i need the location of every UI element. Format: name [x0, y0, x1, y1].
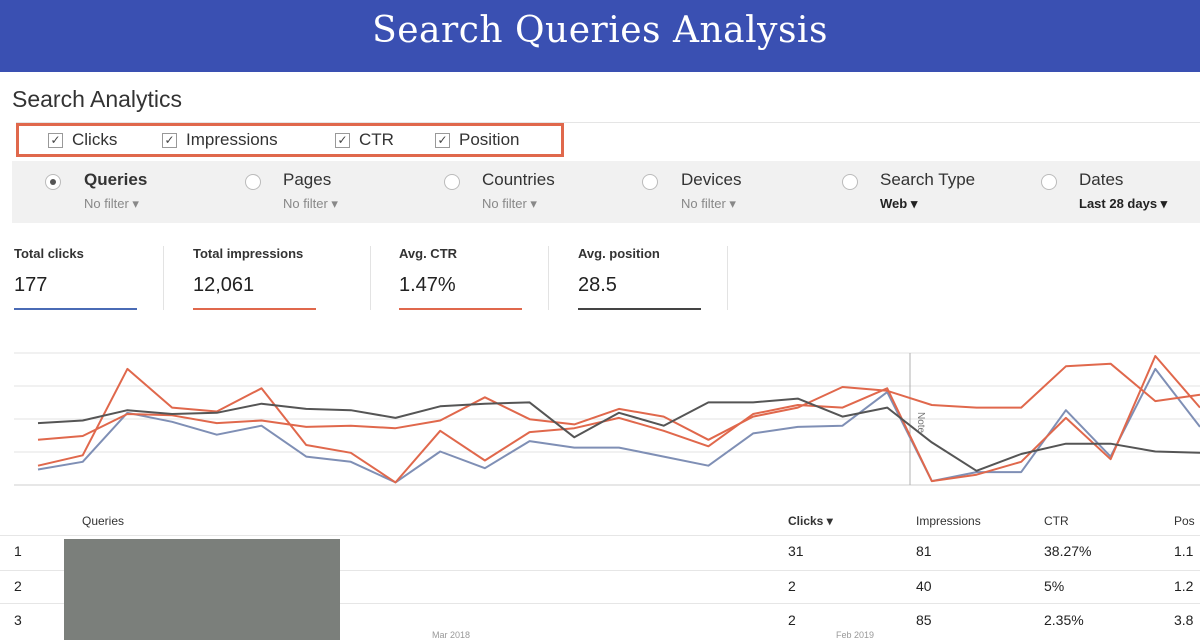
row-2-clicks: 2 [788, 578, 796, 594]
clicks-checkbox[interactable]: ✓ Clicks [48, 130, 117, 150]
filter-queries-sub[interactable]: No filter ▾ [84, 196, 147, 212]
row-1-number: 1 [14, 543, 22, 559]
row-3-impressions: 85 [916, 612, 932, 628]
filter-search-type-sub[interactable]: Web ▾ [880, 196, 975, 212]
stat-total-impressions-underline [193, 308, 316, 310]
col-header-ctr[interactable]: CTR [1044, 514, 1069, 528]
search-type-radio[interactable] [842, 174, 858, 190]
performance-chart: Note [14, 352, 1200, 486]
row-1-clicks: 31 [788, 543, 804, 559]
position-label: Position [459, 130, 520, 149]
banner-title: Search Queries Analysis [372, 10, 828, 51]
filter-queries[interactable]: Queries No filter ▾ [84, 170, 147, 212]
row-3-position: 3.8 [1174, 612, 1194, 628]
devices-radio[interactable] [642, 174, 658, 190]
col-header-queries[interactable]: Queries [82, 514, 124, 528]
position-checkbox[interactable]: ✓ Position [435, 130, 519, 150]
stat-total-clicks-underline [14, 308, 137, 310]
stat-divider [370, 246, 371, 310]
stat-avg-position-value: 28.5 [578, 274, 617, 296]
queries-radio[interactable] [45, 174, 61, 190]
filter-dates-label: Dates [1079, 170, 1124, 189]
redacted-query-text [64, 539, 340, 640]
stat-total-impressions-value: 12,061 [193, 274, 255, 296]
stat-avg-ctr-value: 1.47% [399, 274, 456, 296]
stat-divider [727, 246, 728, 310]
stat-avg-position-label: Avg. position [578, 246, 660, 261]
x-axis-tick: Mar 2018 [432, 630, 471, 640]
stat-avg-position[interactable]: Avg. position 28.5 [578, 246, 660, 297]
filter-search-type[interactable]: Search Type Web ▾ [880, 170, 975, 212]
col-header-impressions[interactable]: Impressions [916, 514, 981, 528]
row-3-ctr: 2.35% [1044, 612, 1084, 628]
app-title: Search Analytics [12, 86, 183, 112]
row-2-number: 2 [14, 578, 22, 594]
filter-countries-sub[interactable]: No filter ▾ [482, 196, 555, 212]
filter-devices-sub[interactable]: No filter ▾ [681, 196, 741, 212]
row-2-impressions: 40 [916, 578, 932, 594]
filter-pages-sub[interactable]: No filter ▾ [283, 196, 338, 212]
filter-dates[interactable]: Dates Last 28 days ▾ [1079, 170, 1167, 212]
stat-total-impressions[interactable]: Total impressions 12,061 [193, 246, 303, 297]
filter-countries-label: Countries [482, 170, 555, 189]
check-icon: ✓ [162, 132, 177, 148]
filter-dates-sub[interactable]: Last 28 days ▾ [1079, 196, 1167, 212]
stat-total-clicks-value: 177 [14, 274, 48, 296]
stat-avg-ctr[interactable]: Avg. CTR 1.47% [399, 246, 457, 297]
banner: Search Queries Analysis [0, 0, 1200, 72]
col-header-clicks[interactable]: Clicks ▾ [788, 514, 833, 528]
stat-divider [163, 246, 164, 310]
countries-radio[interactable] [444, 174, 460, 190]
x-axis-tick: Feb 2019 [836, 630, 875, 640]
filter-devices[interactable]: Devices No filter ▾ [681, 170, 741, 212]
check-icon: ✓ [335, 132, 350, 148]
filter-bar [12, 161, 1200, 223]
row-2-position: 1.2 [1174, 578, 1194, 594]
check-icon: ✓ [48, 132, 63, 148]
ctr-label: CTR [359, 130, 394, 149]
col-header-position[interactable]: Pos [1174, 514, 1195, 528]
stat-total-clicks[interactable]: Total clicks 177 [14, 246, 84, 297]
row-1-impressions: 81 [916, 543, 932, 559]
row-3-clicks: 2 [788, 612, 796, 628]
row-1-position: 1.1 [1174, 543, 1194, 559]
clicks-label: Clicks [72, 130, 118, 149]
filter-devices-label: Devices [681, 170, 742, 189]
filter-pages-label: Pages [283, 170, 332, 189]
stat-avg-ctr-label: Avg. CTR [399, 246, 458, 261]
table-divider [0, 535, 1200, 536]
filter-search-type-label: Search Type [880, 170, 976, 189]
stat-total-impressions-label: Total impressions [193, 246, 304, 261]
row-3-number: 3 [14, 612, 22, 628]
row-2-ctr: 5% [1044, 578, 1065, 594]
check-icon: ✓ [435, 132, 450, 148]
pages-radio[interactable] [245, 174, 261, 190]
chart-series-line-3 [37, 362, 1200, 441]
dates-radio[interactable] [1041, 174, 1057, 190]
impressions-label: Impressions [186, 130, 278, 149]
filter-pages[interactable]: Pages No filter ▾ [283, 170, 338, 212]
row-1-ctr: 38.27% [1044, 543, 1092, 559]
stat-avg-position-underline [578, 308, 701, 310]
impressions-checkbox[interactable]: ✓ Impressions [162, 130, 278, 150]
stat-divider [548, 246, 549, 310]
stat-total-clicks-label: Total clicks [14, 246, 84, 261]
ctr-checkbox[interactable]: ✓ CTR [335, 130, 394, 150]
filter-countries[interactable]: Countries No filter ▾ [482, 170, 555, 212]
filter-queries-label: Queries [84, 170, 148, 189]
stat-avg-ctr-underline [399, 308, 522, 310]
